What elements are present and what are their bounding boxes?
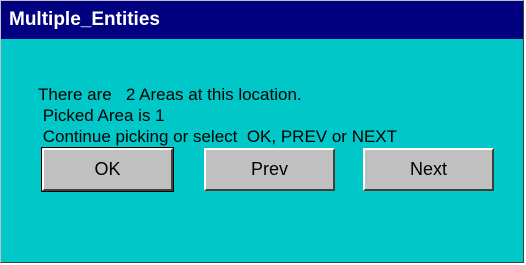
- prev-button[interactable]: Prev: [204, 148, 335, 191]
- message-text: There are 2 Areas at this location. Pick…: [38, 84, 397, 147]
- title-bar[interactable]: Multiple_Entities: [1, 1, 523, 39]
- message-line-areas-count: There are 2 Areas at this location.: [38, 85, 302, 104]
- window-title: Multiple_Entities: [9, 9, 160, 30]
- message-line-instructions: Continue picking or select OK, PREV or N…: [38, 127, 398, 146]
- dialog-window: Multiple_Entities There are 2 Areas at t…: [0, 0, 524, 263]
- next-button[interactable]: Next: [363, 148, 494, 191]
- ok-button[interactable]: OK: [41, 147, 174, 192]
- message-line-picked-area: Picked Area is 1: [38, 106, 165, 125]
